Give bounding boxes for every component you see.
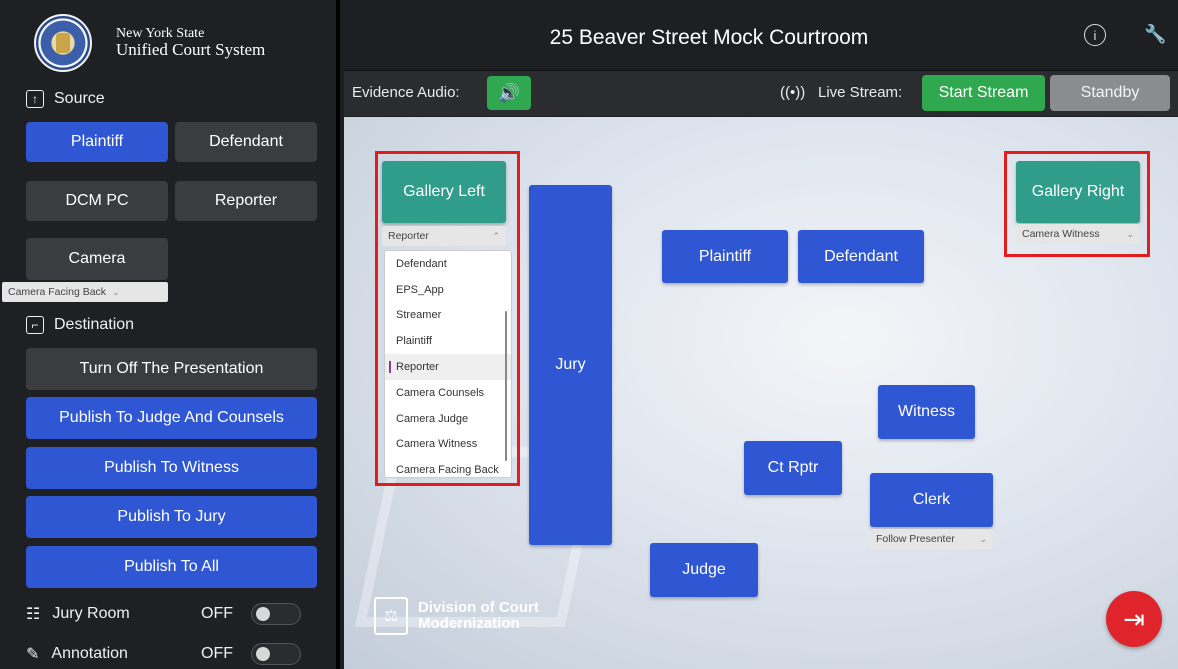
state-seal-icon xyxy=(34,14,92,72)
header: 25 Beaver Street Mock Courtroom i 🔧 xyxy=(344,0,1178,70)
toggle-knob xyxy=(256,647,270,661)
gallery-right-select-value: Camera Witness xyxy=(1022,228,1100,240)
standby-button[interactable]: Standby xyxy=(1050,75,1170,111)
judge-button[interactable]: Judge xyxy=(650,543,758,597)
org-line1: New York State xyxy=(116,25,205,41)
destination-heading: ⌐ Destination xyxy=(26,316,134,334)
annotation-row: ✎ Annotation OFF xyxy=(26,643,306,665)
toolbar: Evidence Audio: 🔊 ((•)) Live Stream: Sta… xyxy=(344,70,1178,116)
start-stream-button[interactable]: Start Stream xyxy=(922,75,1045,111)
sidebar: New York State Unified Court System ↑ So… xyxy=(0,0,340,669)
camera-select[interactable]: Camera Facing Back ⌄ xyxy=(2,282,168,302)
publish-witness-button[interactable]: Publish To Witness xyxy=(26,447,317,489)
gallery-left-select[interactable]: Reporter ⌃ xyxy=(382,226,506,246)
jury-room-state: OFF xyxy=(201,605,233,622)
annotation-toggle[interactable] xyxy=(251,643,301,665)
dropdown-option-selected[interactable]: Reporter xyxy=(385,354,511,380)
source-heading: ↑ Source xyxy=(26,90,105,108)
cast-icon: ⌐ xyxy=(26,316,44,334)
dcm-logo-line1: Division of Court xyxy=(418,599,539,617)
live-stream-label: Live Stream: xyxy=(818,84,903,101)
chevron-down-icon: ⌄ xyxy=(1126,228,1134,239)
camera-select-value: Camera Facing Back xyxy=(8,286,107,298)
org-logo: New York State Unified Court System xyxy=(34,14,265,72)
source-reporter-button[interactable]: Reporter xyxy=(175,181,317,221)
dropdown-option[interactable]: Defendant xyxy=(385,251,511,277)
gallery-left-button[interactable]: Gallery Left xyxy=(382,161,506,223)
info-icon[interactable]: i xyxy=(1084,24,1106,46)
turn-off-presentation-button[interactable]: Turn Off The Presentation xyxy=(26,348,317,390)
wrench-icon[interactable]: 🔧 xyxy=(1144,24,1166,45)
jury-button[interactable]: Jury xyxy=(529,185,612,545)
courtroom-layout: Gallery Left Reporter ⌃ Defendant EPS_Ap… xyxy=(344,117,1178,669)
dcm-logo: ⚖ Division of Court Modernization xyxy=(374,597,539,635)
defendant-button[interactable]: Defendant xyxy=(798,230,924,283)
jury-room-label: Jury Room xyxy=(52,605,130,622)
chevron-up-icon: ⌃ xyxy=(492,230,500,241)
source-defendant-button[interactable]: Defendant xyxy=(175,122,317,162)
jury-room-row: ☷ Jury Room OFF xyxy=(26,603,306,625)
dcm-logo-line2: Modernization xyxy=(418,615,520,632)
dropdown-option[interactable]: Streamer xyxy=(385,303,511,329)
gallery-right-select[interactable]: Camera Witness ⌄ xyxy=(1016,224,1140,244)
ct-rptr-button[interactable]: Ct Rptr xyxy=(744,441,842,495)
gallery-right-button[interactable]: Gallery Right xyxy=(1016,161,1140,223)
source-dcm-pc-button[interactable]: DCM PC xyxy=(26,181,168,221)
broadcast-icon: ((•)) xyxy=(780,84,806,101)
source-plaintiff-button[interactable]: Plaintiff xyxy=(26,122,168,162)
exit-icon[interactable]: ⇥ xyxy=(1106,591,1162,647)
chevron-down-icon: ⌄ xyxy=(979,533,987,544)
annotation-label: Annotation xyxy=(51,645,128,662)
clerk-button[interactable]: Clerk xyxy=(870,473,993,527)
dropdown-option[interactable]: Camera Counsels xyxy=(385,380,511,406)
annotation-state: OFF xyxy=(201,645,233,662)
page-title: 25 Beaver Street Mock Courtroom xyxy=(549,26,869,49)
dropdown-option[interactable]: Plaintiff xyxy=(385,328,511,354)
evidence-audio-label: Evidence Audio: xyxy=(352,84,460,101)
witness-button[interactable]: Witness xyxy=(878,385,975,439)
publish-judge-counsels-button[interactable]: Publish To Judge And Counsels xyxy=(26,397,317,439)
source-heading-label: Source xyxy=(54,90,105,107)
plaintiff-button[interactable]: Plaintiff xyxy=(662,230,788,283)
source-dropdown-list: Defendant EPS_App Streamer Plaintiff Rep… xyxy=(384,250,512,478)
dropdown-option[interactable]: Camera Facing Back xyxy=(385,457,511,477)
toggle-knob xyxy=(256,607,270,621)
destination-heading-label: Destination xyxy=(54,316,135,333)
pencil-icon: ✎ xyxy=(26,646,40,663)
publish-all-button[interactable]: Publish To All xyxy=(26,546,317,588)
dropdown-option[interactable]: Camera Witness xyxy=(385,432,511,458)
chevron-down-icon: ⌄ xyxy=(112,286,120,297)
clerk-select-value: Follow Presenter xyxy=(876,533,955,545)
dropdown-scrollbar[interactable] xyxy=(505,311,507,461)
publish-jury-button[interactable]: Publish To Jury xyxy=(26,496,317,538)
clerk-select[interactable]: Follow Presenter ⌄ xyxy=(870,529,993,549)
speaker-icon[interactable]: 🔊 xyxy=(487,76,531,110)
jury-room-icon: ☷ xyxy=(26,606,41,623)
source-camera-button[interactable]: Camera xyxy=(26,238,168,280)
jury-room-toggle[interactable] xyxy=(251,603,301,625)
org-line2: Unified Court System xyxy=(116,40,266,60)
courthouse-icon: ⚖ xyxy=(374,597,408,635)
dropdown-option[interactable]: Camera Judge xyxy=(385,406,511,432)
gallery-left-select-value: Reporter xyxy=(388,230,429,242)
upload-icon: ↑ xyxy=(26,90,44,108)
dropdown-option[interactable]: EPS_App xyxy=(385,277,511,303)
